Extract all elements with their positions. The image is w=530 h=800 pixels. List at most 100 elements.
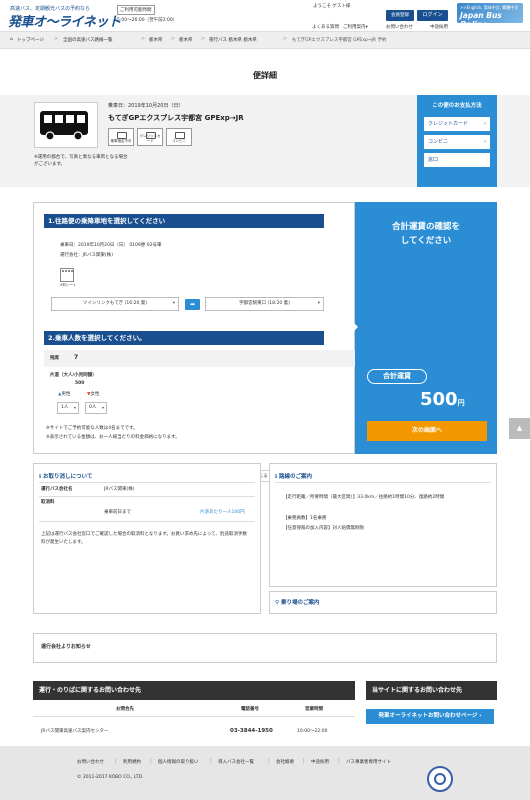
payment-label: コンビニ xyxy=(428,139,449,145)
fee-value: 片道あたり一人100円 xyxy=(200,510,245,515)
cancellation-heading: ℹ お取り消しについて xyxy=(39,472,92,480)
total-message: 合計運賃の確認を してください xyxy=(355,220,497,248)
operator-notice-card xyxy=(33,633,497,663)
chevron-down-icon: ▾ xyxy=(73,405,76,410)
amenity-credit-card: クレジットカード xyxy=(137,128,163,146)
register-button[interactable]: 会員登録 xyxy=(386,10,414,21)
site-contact-button[interactable]: 発車オーライネットお問い合わせページ › xyxy=(366,709,494,724)
login-button[interactable]: ログイン xyxy=(417,10,448,21)
footer-link[interactable]: 利用規約 xyxy=(123,759,141,765)
route-info-heading: ℹ 路線のご案内 xyxy=(275,472,312,480)
footer-sep: | xyxy=(115,758,117,764)
payment-counter-button[interactable]: 窓口 xyxy=(424,153,490,167)
info-icon: ℹ xyxy=(275,474,278,480)
payment-label: 窓口 xyxy=(428,157,439,163)
footer-link[interactable]: お問い合わせ xyxy=(77,759,104,765)
seat-layout-label: 4列シート xyxy=(60,283,77,287)
next-button[interactable]: 次の画面へ xyxy=(367,421,487,441)
contact-hours: 10:00〜22:00 xyxy=(297,729,328,734)
panel-notch xyxy=(349,318,358,336)
footer-link[interactable]: 会社概要 xyxy=(276,759,294,765)
payment-methods-panel: この便のお支払方法 クレジットカード › コンビニ › 窓口 xyxy=(417,95,497,187)
fare-type-label: 片道（大人/小児同額） xyxy=(50,373,97,378)
breadcrumb-item[interactable]: 夜行バス 栃木県 栃木県 xyxy=(209,37,257,43)
guide-label: ご利用案内 xyxy=(343,25,366,30)
guide-link[interactable]: ご利用案内▾ xyxy=(343,24,368,30)
seat-layout-icon xyxy=(60,268,74,282)
remaining-seats-band xyxy=(44,350,355,367)
step2-heading: 2.乗車人数を選択してください。 xyxy=(44,331,324,345)
divider xyxy=(39,521,255,522)
step1-heading: 1.往路便の乗降車地を選択してください xyxy=(44,214,324,228)
trip-date-line: 乗車日：2019年10月20日（日） 0109便 02号車 xyxy=(60,243,162,248)
operator-value: JRバス関東(株) xyxy=(104,487,135,492)
japan-bus-online-banner[interactable]: >>English, 简体中文, 繁體中文 Japan Bus Online xyxy=(457,3,523,23)
female-text: 女性 xyxy=(90,392,100,397)
arrival-select[interactable]: 宇都宮駅東口 (18:20 着) ▾ xyxy=(205,297,324,311)
contact-phone: 03-3844-1950 xyxy=(230,728,273,734)
female-count-value: 0人 xyxy=(89,405,97,410)
fare-value: 500 xyxy=(75,381,85,386)
max-passengers-note: ※サイトでご予約可能な人数は4名までです。 xyxy=(46,426,138,431)
divider xyxy=(275,482,491,483)
footer-link[interactable]: 導入バス会社一覧 xyxy=(218,759,254,765)
map-pin-icon: ⚲ xyxy=(275,600,280,606)
breadcrumb-item[interactable]: 栃木県 xyxy=(149,37,163,43)
faq-link[interactable]: よくある質問 xyxy=(312,24,339,30)
home-icon[interactable]: ⌂ xyxy=(10,37,13,42)
privacy-mark-inner xyxy=(434,773,446,785)
cancellation-heading-text: お取り消しについて xyxy=(43,474,93,480)
payment-heading: この便のお支払方法 xyxy=(432,103,482,109)
site-logo[interactable]: 発車オ〜ライネット xyxy=(8,11,121,30)
operator-notice-heading: 運行会社よりお知らせ xyxy=(41,644,91,650)
male-count-select[interactable]: 1人 ▾ xyxy=(57,402,79,414)
footer-link[interactable]: 個人情報の取り扱い xyxy=(158,759,199,765)
total-message-line2: してください xyxy=(400,236,452,246)
stops-heading-text: 乗り場のご案内 xyxy=(280,600,320,606)
breadcrumb: ⌂ トップページ > 全国の高速バス路線一覧 > 栃木県 > 栃木県 > 夜行バ… xyxy=(0,32,530,49)
amenity-label: コンビニ xyxy=(172,139,186,143)
yen-unit: 円 xyxy=(457,399,465,407)
footer: お問い合わせ | 利用規約 | 個人情報の取り扱い | 導入バス会社一覧 | 会… xyxy=(0,746,530,800)
bus-image xyxy=(34,102,98,148)
seat-icon xyxy=(117,132,127,139)
breadcrumb-item[interactable]: トップページ xyxy=(17,37,44,43)
payment-convenience-button[interactable]: コンビニ › xyxy=(424,135,490,149)
contact-link[interactable]: お問い合わせ xyxy=(386,24,413,30)
hours-label: ご利用可能時間 xyxy=(117,5,155,15)
chevron-down-icon: ▾ xyxy=(365,25,368,30)
contact-heading: 運行・のりばに関するお問い合わせ先 xyxy=(33,681,355,700)
insurance: 【任意保険の加入内容】対人賠償無制限 xyxy=(283,526,364,531)
route-distance: 【走行距離／所要時間（最大区間）】33.0km／往路約1時間10分、復路約2時間 xyxy=(283,495,445,500)
recruit-link[interactable]: 中途採用 xyxy=(430,24,448,30)
footer-link[interactable]: 中途採用 xyxy=(311,759,329,765)
privacy-mark-logo[interactable] xyxy=(427,766,453,792)
amenity-label: 乗車指定不可 xyxy=(110,139,132,143)
male-count-value: 1人 xyxy=(61,405,69,410)
contact-col-name: お問合先 xyxy=(116,707,134,712)
cancellation-note: 上記は運行バス会社窓口でご確認した場合の取消料となります。お買い求め先によって、… xyxy=(41,532,247,545)
female-count-select[interactable]: 0人 ▾ xyxy=(85,402,107,414)
breadcrumb-current: もてぎGPエクスプレス宇都宮 GPExp→JR 予約 xyxy=(292,38,387,43)
divider xyxy=(33,716,355,717)
departure-value: ツインリンクもてぎ (16:20 発) xyxy=(82,301,148,306)
until-label: 乗車前日まで xyxy=(104,510,131,515)
breadcrumb-item[interactable]: 栃木県 xyxy=(179,37,193,43)
total-amount: 500円 xyxy=(420,389,465,410)
departure-select[interactable]: ツインリンクもてぎ (16:20 発) ▾ xyxy=(51,297,179,311)
breadcrumb-sep: > xyxy=(171,36,176,42)
store-icon xyxy=(175,132,185,139)
arrival-value: 宇都宮駅東口 (18:20 着) xyxy=(239,301,290,306)
footer-link[interactable]: バス事業者専用サイト xyxy=(346,759,391,765)
arrow-right-icon: ➡ xyxy=(185,299,200,310)
male-label: ▲男性 xyxy=(58,391,70,397)
divider xyxy=(39,496,255,497)
chevron-down-icon: ▾ xyxy=(172,301,175,306)
service-hours: 5:00〜26:00（翌午前2:00） xyxy=(117,18,178,23)
total-fare-panel: 合計運賃の確認を してください xyxy=(355,202,497,454)
page-top-button[interactable]: ▲ xyxy=(509,418,530,439)
payment-credit-card-button[interactable]: クレジットカード › xyxy=(424,117,490,131)
total-fare-label: 合計運賃 xyxy=(367,369,427,384)
remaining-count: 7 xyxy=(74,354,79,361)
breadcrumb-item[interactable]: 全国の高速バス路線一覧 xyxy=(63,37,113,43)
